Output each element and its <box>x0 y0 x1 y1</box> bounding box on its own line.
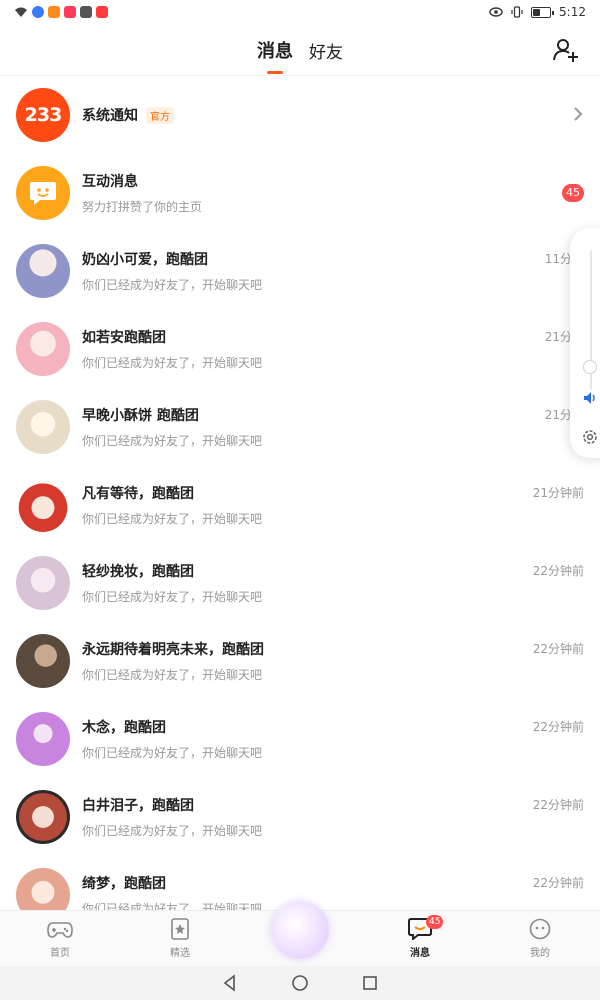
conversation-preview: 你们已经成为好友了，开始聊天吧 <box>82 278 263 292</box>
conversation-preview: 你们已经成为好友了，开始聊天吧 <box>82 356 263 370</box>
conversation-time: 21分钟前 <box>532 486 584 500</box>
conversation-time: 22分钟前 <box>532 876 584 890</box>
avatar <box>16 556 70 610</box>
conversation-name: 永远期待着明亮未来，跑酷团 <box>82 642 264 658</box>
status-time: 5:12 <box>559 5 586 19</box>
gamepad-icon <box>47 922 73 938</box>
conversation-name: 奶凶小可爱，跑酷团 <box>82 252 208 268</box>
list-item[interactable]: 奶凶小可爱，跑酷团 你们已经成为好友了，开始聊天吧 11分钟 <box>0 232 600 310</box>
avatar <box>16 790 70 844</box>
system-notice-avatar: 233 <box>16 88 70 142</box>
avatar <box>16 478 70 532</box>
conversation-name: 凡有等待，跑酷团 <box>82 486 194 502</box>
conversation-preview: 你们已经成为好友了，开始聊天吧 <box>82 824 263 838</box>
app-notification-icon <box>64 6 76 18</box>
tab-friends[interactable]: 好友 <box>309 24 343 76</box>
tab-messages[interactable]: 消息 <box>257 24 293 76</box>
list-item[interactable]: 木念，跑酷团 你们已经成为好友了，开始聊天吧 22分钟前 <box>0 700 600 778</box>
message-list: 233 系统通知 官方 互动消息 努力打拼赞了你的主页 45 奶凶小可爱，跑酷团 … <box>0 76 600 910</box>
unread-badge: 45 <box>562 184 584 202</box>
conversation-name: 木念，跑酷团 <box>82 720 166 736</box>
home-icon[interactable] <box>290 973 310 993</box>
avatar <box>16 400 70 454</box>
list-item-system-notice[interactable]: 233 系统通知 官方 <box>0 76 600 154</box>
nav-center[interactable] <box>240 901 360 966</box>
nav-messages[interactable]: 45 消息 <box>360 911 480 966</box>
avatar <box>16 634 70 688</box>
status-icons-left <box>14 6 108 18</box>
nav-label: 我的 <box>530 948 550 959</box>
conversation-name: 白井泪子，跑酷团 <box>82 798 194 814</box>
add-friend-icon[interactable] <box>552 36 580 64</box>
conversation-time: 22分钟前 <box>532 642 584 656</box>
top-tabs: 消息 好友 <box>0 24 600 76</box>
nav-unread-badge: 45 <box>426 915 444 929</box>
header: 消息 好友 <box>0 24 600 76</box>
status-icons-right: 5:12 <box>489 5 586 19</box>
nav-profile[interactable]: 我的 <box>480 911 600 966</box>
conversation-time: 22分钟前 <box>532 798 584 812</box>
conversation-name: 轻纱挽妆，跑酷团 <box>82 564 194 580</box>
chevron-right-icon <box>574 107 583 121</box>
conversation-preview: 你们已经成为好友了，开始聊天吧 <box>82 512 263 526</box>
conversation-preview: 你们已经成为好友了，开始聊天吧 <box>82 668 263 682</box>
conversation-preview: 努力打拼赞了你的主页 <box>82 200 203 214</box>
bottom-nav: 首页 精选 45 消息 我的 <box>0 901 600 966</box>
list-item[interactable]: 永远期待着明亮未来，跑酷团 你们已经成为好友了，开始聊天吧 22分钟前 <box>0 622 600 700</box>
list-item[interactable]: 如若安跑酷团 你们已经成为好友了，开始聊天吧 21分钟 <box>0 310 600 388</box>
volume-panel <box>570 228 600 458</box>
smile-face-icon <box>529 918 551 940</box>
gear-icon[interactable] <box>581 428 599 446</box>
avatar <box>16 712 70 766</box>
conversation-name: 如若安跑酷团 <box>82 330 166 346</box>
conversation-time: 22分钟前 <box>532 564 584 578</box>
back-icon[interactable] <box>220 973 240 993</box>
conversation-name: 早晚小酥饼 跑酷团 <box>82 408 199 424</box>
app-notification-icon <box>32 6 44 18</box>
nav-label: 首页 <box>50 948 70 959</box>
nav-label: 精选 <box>170 948 190 959</box>
avatar <box>16 868 70 910</box>
list-item[interactable]: 早晚小酥饼 跑酷团 你们已经成为好友了，开始聊天吧 21分钟 <box>0 388 600 466</box>
official-badge: 官方 <box>146 106 174 124</box>
center-orb-button[interactable] <box>271 901 329 959</box>
wifi-icon <box>15 7 27 17</box>
vibrate-icon <box>511 6 523 18</box>
conversation-name: 系统通知 <box>82 108 138 124</box>
system-nav-bar <box>0 966 600 1000</box>
battery-icon <box>531 6 555 18</box>
conversation-preview: 你们已经成为好友了，开始聊天吧 <box>82 902 263 910</box>
conversation-preview: 你们已经成为好友了，开始聊天吧 <box>82 746 263 760</box>
conversation-preview: 你们已经成为好友了，开始聊天吧 <box>82 590 263 604</box>
status-bar: 5:12 <box>0 0 600 24</box>
conversation-time: 22分钟前 <box>532 720 584 734</box>
nav-featured[interactable]: 精选 <box>120 911 240 966</box>
app-notification-icon <box>80 6 92 18</box>
volume-slider-handle[interactable] <box>583 360 597 374</box>
speaker-icon[interactable] <box>582 390 598 406</box>
eye-icon <box>489 7 503 17</box>
avatar <box>16 244 70 298</box>
nav-label: 消息 <box>410 948 430 959</box>
nav-home[interactable]: 首页 <box>0 911 120 966</box>
list-item[interactable]: 轻纱挽妆，跑酷团 你们已经成为好友了，开始聊天吧 22分钟前 <box>0 544 600 622</box>
conversation-name: 绮梦，跑酷团 <box>82 876 166 892</box>
conversation-name: 互动消息 <box>82 174 138 190</box>
interaction-avatar <box>16 166 70 220</box>
conversation-preview: 你们已经成为好友了，开始聊天吧 <box>82 434 263 448</box>
list-item[interactable]: 白井泪子，跑酷团 你们已经成为好友了，开始聊天吧 22分钟前 <box>0 778 600 856</box>
star-card-icon <box>171 918 189 940</box>
recents-icon[interactable] <box>360 973 380 993</box>
chat-bubble-icon <box>30 182 56 205</box>
app-notification-icon <box>96 6 108 18</box>
avatar <box>16 322 70 376</box>
app-notification-icon <box>48 6 60 18</box>
list-item[interactable]: 凡有等待，跑酷团 你们已经成为好友了，开始聊天吧 21分钟前 <box>0 466 600 544</box>
list-item-interactions[interactable]: 互动消息 努力打拼赞了你的主页 45 <box>0 154 600 232</box>
